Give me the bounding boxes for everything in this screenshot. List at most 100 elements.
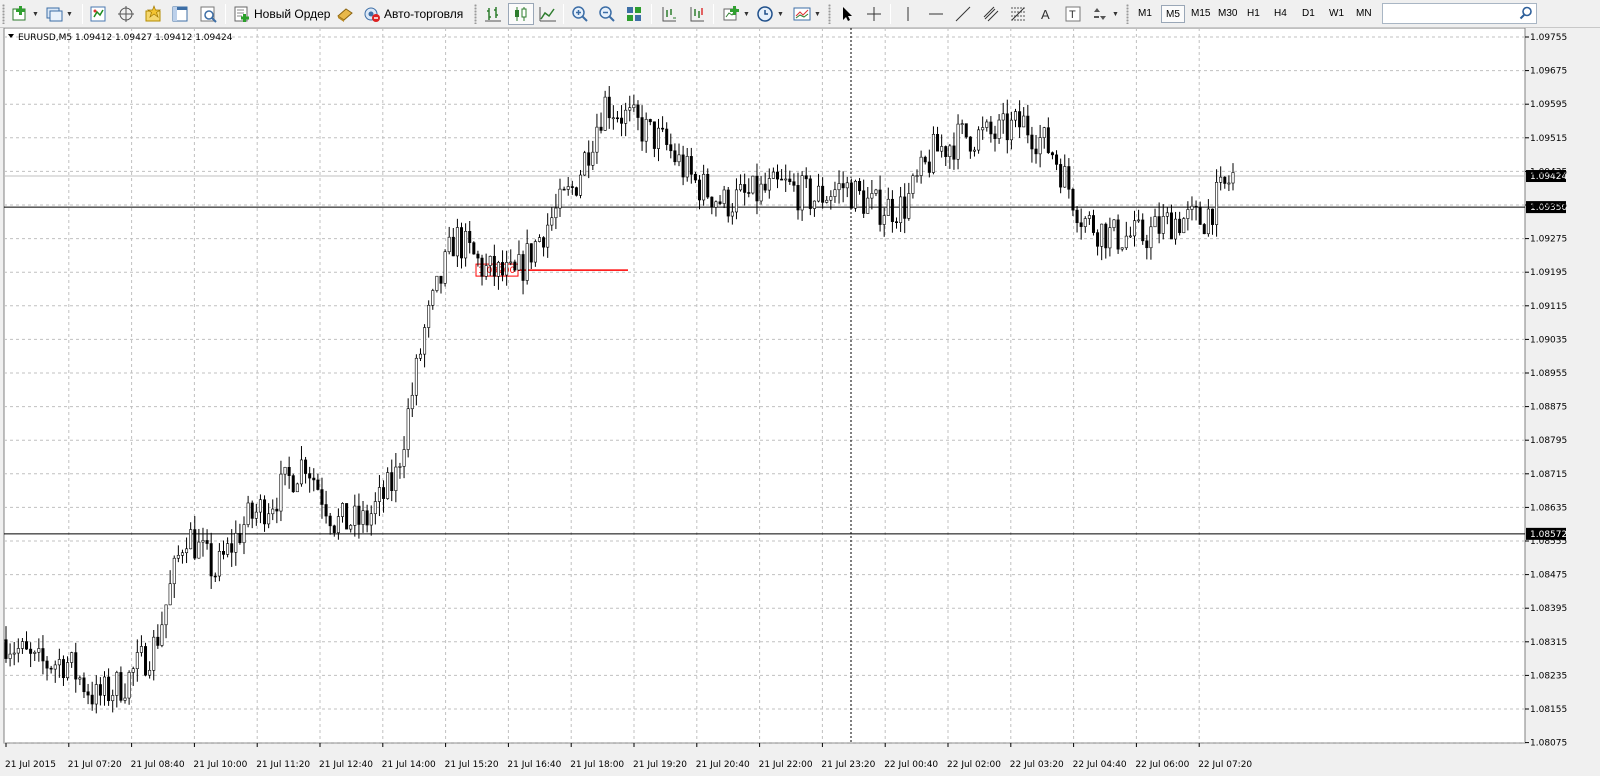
terminal-button[interactable] — [168, 3, 192, 25]
candlestick-button[interactable] — [508, 3, 534, 25]
candle-body — [1190, 205, 1194, 210]
arrows-button[interactable]: ▼ — [1088, 3, 1122, 25]
candle-body — [718, 201, 722, 204]
plot-area[interactable] — [3, 28, 1526, 744]
candle-body — [37, 648, 41, 653]
timeframe-d1[interactable]: D1 — [1298, 5, 1319, 23]
timeframe-m15[interactable]: M15 — [1187, 5, 1214, 23]
chart-shift-button[interactable] — [657, 3, 681, 25]
navigator-button[interactable] — [114, 3, 138, 25]
toolbar-grip[interactable] — [828, 4, 831, 24]
zoom-out-button[interactable] — [595, 3, 619, 25]
strategy-tester-button[interactable] — [196, 3, 220, 25]
candle-body — [180, 552, 184, 556]
chart-header: EURUSD,M5 1.09412 1.09427 1.09412 1.0942… — [18, 33, 233, 43]
candle-body — [349, 525, 353, 530]
price-label: 1.08875 — [1530, 403, 1567, 413]
timeframe-mn[interactable]: MN — [1352, 5, 1376, 23]
candle-body — [66, 662, 70, 679]
new-order-button[interactable]: Новый Ордер — [230, 3, 333, 25]
timeframe-m1[interactable]: M1 — [1134, 5, 1156, 23]
toolbar-separator — [225, 4, 226, 24]
trendline-button[interactable] — [951, 3, 975, 25]
auto-trading-button[interactable]: Авто-торговля — [360, 3, 466, 25]
line-chart-button[interactable] — [536, 3, 560, 25]
price-label: 1.09755 — [1530, 33, 1567, 43]
zoom-in-button[interactable] — [568, 3, 592, 25]
market-watch-button[interactable] — [86, 3, 110, 25]
chart-window[interactable]: 1.09350 1.08572 1.09424 1.09200 1.09755 1.09… — [0, 28, 1600, 776]
time-label: 21 Jul 10:00 — [193, 760, 247, 770]
candle-body — [587, 152, 591, 166]
candle-body — [160, 624, 164, 646]
search-input[interactable] — [1382, 3, 1537, 24]
equidistant-channel-button[interactable] — [979, 3, 1003, 25]
candle-body — [562, 188, 566, 191]
time-label: 21 Jul 07:20 — [68, 760, 122, 770]
favorites-button[interactable] — [141, 3, 165, 25]
horizontal-line-button[interactable] — [924, 3, 948, 25]
candle-body — [747, 192, 751, 194]
vertical-line-button[interactable] — [896, 3, 920, 25]
chart-canvas[interactable]: 1.093501.085721.094241.09200 1.097551.09… — [0, 28, 1600, 776]
candle-body — [1161, 216, 1165, 234]
candle-body — [394, 466, 398, 491]
candle-body — [899, 196, 903, 223]
timeframe-w1[interactable]: W1 — [1325, 5, 1348, 23]
autoscroll-icon — [688, 5, 706, 23]
price-label: 1.08715 — [1530, 470, 1567, 480]
time-label: 22 Jul 06:00 — [1135, 760, 1189, 770]
candle-body — [164, 604, 168, 626]
candle-body — [603, 96, 607, 131]
periods-button[interactable]: ▼ — [753, 3, 787, 25]
price-label: 1.09595 — [1530, 100, 1567, 110]
time-label: 21 Jul 15:20 — [445, 760, 499, 770]
time-label: 22 Jul 04:40 — [1073, 760, 1127, 770]
candle-body — [123, 697, 127, 701]
crosshair-tool-button[interactable] — [862, 3, 886, 25]
toolbar-grip[interactable] — [1126, 4, 1129, 24]
candle-body — [16, 648, 20, 654]
text-tool-button[interactable]: A — [1034, 3, 1058, 25]
cursor-tool-button[interactable] — [835, 3, 859, 25]
toolbar-grip[interactable] — [474, 4, 477, 24]
profiles-button[interactable]: ▼ — [42, 3, 76, 25]
candle-body — [176, 555, 180, 559]
candle-body — [287, 466, 291, 476]
autoscroll-button[interactable] — [685, 3, 709, 25]
candlestick-icon — [512, 5, 530, 23]
templates-button[interactable]: ▼ — [790, 3, 824, 25]
candle-body — [258, 499, 262, 513]
candle-body — [111, 695, 115, 702]
candle-body — [451, 236, 455, 257]
indicators-button[interactable]: ▼ — [719, 3, 753, 25]
candle-body — [1067, 166, 1071, 190]
candle-body — [661, 127, 665, 130]
chevron-down-icon: ▼ — [814, 10, 821, 18]
timeframe-h1[interactable]: H1 — [1243, 5, 1264, 23]
candle-body — [1206, 208, 1210, 235]
timeframe-m5[interactable]: M5 — [1161, 5, 1185, 23]
line-chart-icon — [539, 5, 557, 23]
text-label-icon: T — [1064, 5, 1082, 23]
candle-body — [624, 109, 628, 124]
candle-body — [554, 207, 558, 219]
candle-body — [238, 532, 242, 544]
candle-body — [886, 198, 890, 216]
new-chart-button[interactable]: ▼ — [8, 3, 42, 25]
candle-body — [665, 128, 669, 145]
candle-body — [250, 502, 254, 519]
toolbar-grip[interactable] — [2, 4, 5, 24]
timeframe-h4[interactable]: H4 — [1270, 5, 1291, 23]
tile-windows-button[interactable] — [622, 3, 646, 25]
search-icon[interactable] — [1519, 6, 1533, 23]
timeframe-m30[interactable]: M30 — [1214, 5, 1241, 23]
metaeditor-button[interactable] — [333, 3, 357, 25]
candle-body — [940, 146, 944, 152]
text-label-button[interactable]: T — [1061, 3, 1085, 25]
price-label: 1.09195 — [1530, 268, 1567, 278]
fibonacci-button[interactable] — [1006, 3, 1030, 25]
auto-trading-label: Авто-торговля — [384, 7, 464, 21]
candle-body — [41, 648, 45, 662]
bar-chart-button[interactable] — [481, 3, 505, 25]
